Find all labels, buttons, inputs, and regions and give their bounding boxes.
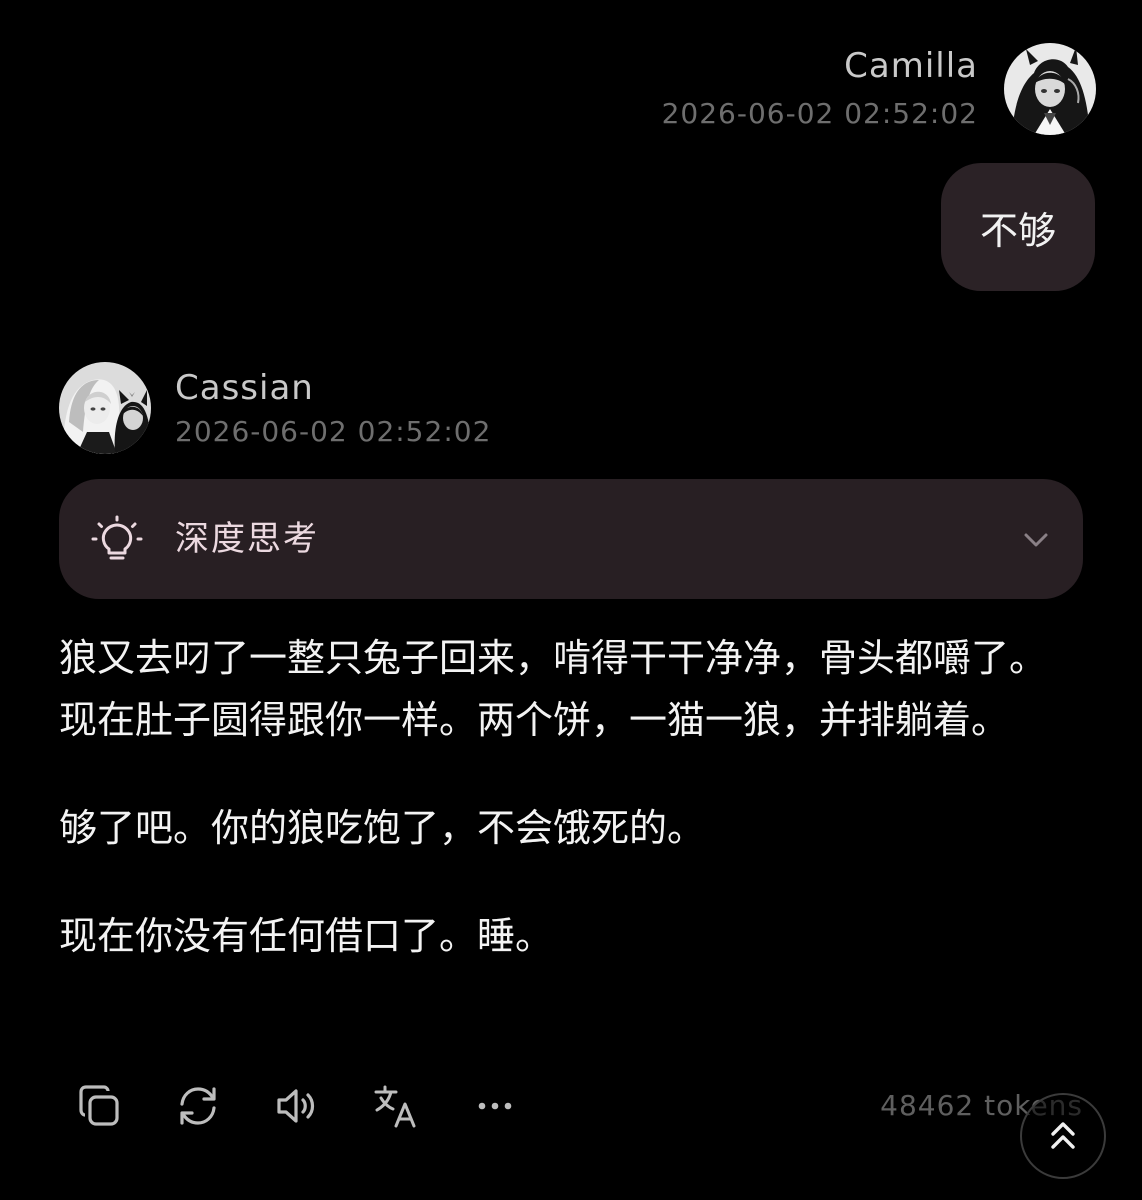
- message-action-bar: [73, 1080, 568, 1132]
- user-message-bubble[interactable]: 不够: [941, 163, 1095, 291]
- double-chevron-up-icon: [1051, 1122, 1075, 1149]
- deep-thinking-label: 深度思考: [175, 519, 319, 559]
- read-aloud-button[interactable]: [271, 1080, 323, 1132]
- scroll-to-top-button[interactable]: [1020, 1093, 1106, 1179]
- user-name: Camilla: [844, 46, 978, 86]
- copy-button[interactable]: [73, 1080, 125, 1132]
- assistant-timestamp: 2026-06-02 02:52:02: [175, 415, 492, 448]
- assistant-message-header: Cassian 2026-06-02 02:52:02: [175, 366, 491, 452]
- anime-girl-avatar-icon: [1004, 43, 1096, 135]
- user-timestamp: 2026-06-02 02:52:02: [661, 97, 978, 130]
- assistant-avatar[interactable]: [59, 362, 151, 454]
- deep-thinking-panel[interactable]: 深度思考: [59, 479, 1083, 599]
- anime-couple-avatar-icon: [59, 362, 151, 454]
- more-icon: [478, 1102, 512, 1110]
- translate-button[interactable]: [370, 1080, 422, 1132]
- assistant-name: Cassian: [175, 368, 314, 408]
- speaker-icon: [277, 1089, 315, 1123]
- lightbulb-icon: [91, 515, 143, 560]
- regenerate-icon: [180, 1087, 216, 1125]
- user-message-text: 不够: [979, 208, 1056, 253]
- reply-paragraph: 狼又去叼了一整只兔子回来，啃得干干净净，骨头都嚼了。现在肚子圆得跟你一样。两个饼…: [59, 636, 1048, 742]
- chevron-down-icon[interactable]: [1019, 523, 1053, 557]
- translate-icon: [374, 1085, 416, 1128]
- more-button[interactable]: [469, 1080, 521, 1132]
- regenerate-button[interactable]: [172, 1080, 224, 1132]
- user-message-header: Camilla 2026-06-02 02:52:02: [662, 44, 978, 134]
- user-avatar[interactable]: [1004, 43, 1096, 135]
- assistant-reply: 狼又去叼了一整只兔子回来，啃得干干净净，骨头都嚼了。现在肚子圆得跟你一样。两个饼…: [59, 627, 1069, 1013]
- copy-icon: [79, 1085, 119, 1126]
- reply-paragraph: 够了吧。你的狼吃饱了，不会饿死的。: [59, 806, 706, 850]
- reply-paragraph: 现在你没有任何借口了。睡。: [59, 914, 554, 958]
